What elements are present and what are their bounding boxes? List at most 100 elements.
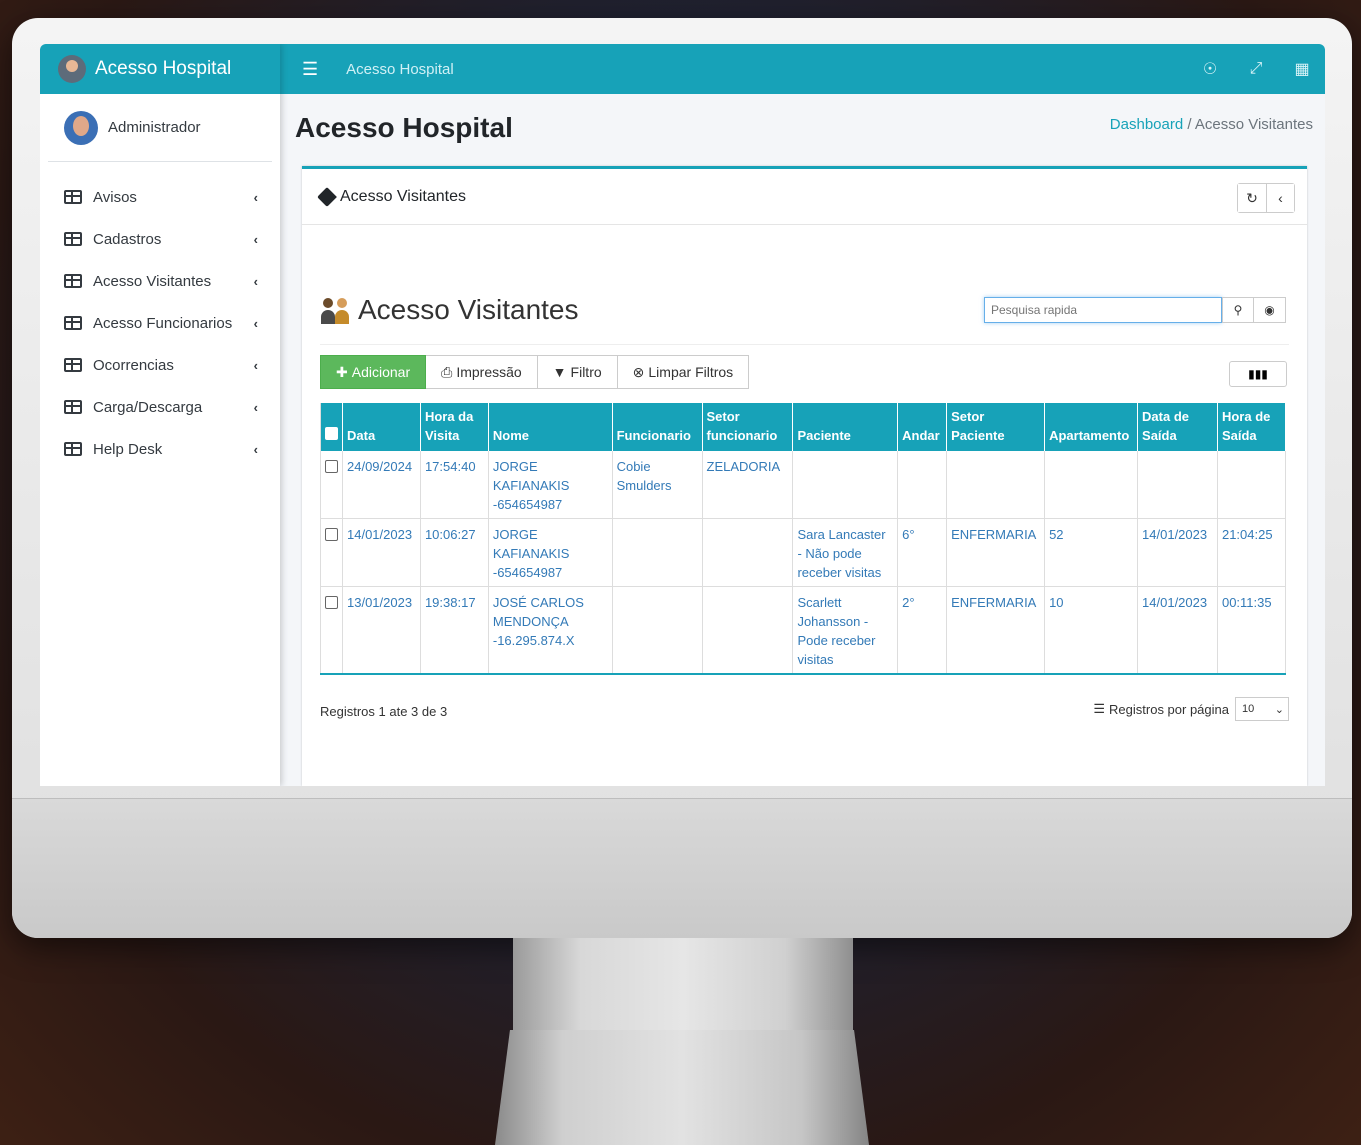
user-name: Administrador	[108, 119, 201, 136]
refresh-button[interactable]: ↻	[1238, 184, 1266, 212]
x-circle-icon: ⊗	[632, 363, 645, 380]
row-checkbox[interactable]	[325, 460, 338, 473]
cell-setor-funcionario	[702, 586, 794, 675]
table-icon	[64, 442, 82, 456]
monitor-stand-base	[495, 1030, 869, 1145]
cell-nome: JORGE KAFIANAKIS -654654987	[488, 518, 613, 587]
table-icon	[64, 316, 82, 330]
chevron-left-icon: ‹	[253, 441, 258, 457]
sidebar-item-ocorrencias[interactable]: Ocorrencias ‹	[40, 344, 280, 386]
sidebar-item-avisos[interactable]: Avisos ‹	[40, 176, 280, 218]
table-row[interactable]: 13/01/2023 19:38:17 JOSÉ CARLOS MENDONÇA…	[320, 586, 1287, 675]
cell-nome: JOSÉ CARLOS MENDONÇA -16.295.874.X	[488, 586, 613, 675]
columns-toggle-button[interactable]: ▮▮▮	[1229, 361, 1287, 387]
cell-hora-saida: 00:11:35	[1217, 586, 1287, 675]
sidebar-item-carga-descarga[interactable]: Carga/Descarga ‹	[40, 386, 280, 428]
cell-funcionario: Cobie Smulders	[612, 451, 703, 519]
divider	[320, 344, 1289, 345]
sidebar-item-label: Ocorrencias	[93, 356, 174, 374]
row-select-cell	[320, 451, 343, 519]
table-header-row: Data Hora da Visita Nome Funcionario Set…	[320, 403, 1287, 451]
sidebar-item-label: Help Desk	[93, 440, 163, 458]
print-button-label: Impressão	[456, 364, 522, 380]
breadcrumb-current: Acesso Visitantes	[1194, 116, 1313, 133]
filter-button[interactable]: ▼ Filtro	[537, 355, 618, 389]
column-header[interactable]: Apartamento	[1044, 403, 1139, 451]
sidebar-item-label: Carga/Descarga	[93, 398, 203, 416]
advanced-search-button[interactable]: ◉	[1254, 297, 1286, 323]
collapse-button[interactable]: ‹	[1266, 184, 1294, 212]
cell-apartamento: 10	[1044, 586, 1139, 675]
row-checkbox[interactable]	[325, 528, 338, 541]
columns-icon: ▮▮▮	[1248, 367, 1268, 381]
column-header[interactable]: Paciente	[792, 403, 899, 451]
plus-circle-icon: ✚	[336, 363, 348, 380]
top-navbar: ☰ Acesso Hospital ☉ ⤢ ▦	[280, 44, 1325, 94]
page-title: Acesso Hospital	[295, 112, 513, 143]
filter-button-label: Filtro	[570, 364, 602, 380]
users-icon	[320, 296, 352, 324]
column-header[interactable]: Data de Saída	[1137, 403, 1218, 451]
select-all-checkbox[interactable]	[325, 427, 338, 440]
menu-toggle-icon[interactable]: ☰	[302, 59, 318, 80]
chevron-left-icon: ‹	[253, 357, 258, 373]
per-page-value: 10	[1242, 703, 1255, 715]
sidebar-item-cadastros[interactable]: Cadastros ‹	[40, 218, 280, 260]
sidebar: Acesso Hospital Administrador Avisos ‹ C…	[40, 44, 280, 786]
cell-hora-visita: 17:54:40	[420, 451, 489, 519]
column-header[interactable]: Hora de Saída	[1217, 403, 1287, 451]
cell-funcionario	[612, 518, 703, 587]
cell-setor-funcionario: ZELADORIA	[702, 451, 794, 519]
fullscreen-icon[interactable]: ⤢	[1233, 60, 1279, 78]
column-header[interactable]: Nome	[488, 403, 613, 451]
user-icon[interactable]: ☉	[1187, 59, 1233, 79]
table-row[interactable]: 14/01/2023 10:06:27 JORGE KAFIANAKIS -65…	[320, 518, 1287, 587]
sidebar-item-acesso-visitantes[interactable]: Acesso Visitantes ‹	[40, 260, 280, 302]
records-info: Registros 1 ate 3 de 3	[320, 704, 448, 719]
row-checkbox[interactable]	[325, 596, 338, 609]
clear-filters-button[interactable]: ⊗ Limpar Filtros	[617, 355, 750, 389]
cell-andar: 6°	[897, 518, 948, 587]
per-page-select[interactable]: 10 ⌄	[1235, 697, 1289, 721]
column-header[interactable]: Setor Paciente	[946, 403, 1046, 451]
monitor-chin	[12, 798, 1352, 938]
chevron-left-icon: ‹	[253, 189, 258, 205]
filter-icon: ▼	[552, 364, 567, 380]
apps-grid-icon[interactable]: ▦	[1279, 59, 1325, 79]
list-title: Acesso Visitantes	[320, 294, 579, 326]
monitor-stand-neck	[513, 938, 853, 1038]
breadcrumb-dashboard-link[interactable]: Dashboard	[1110, 116, 1183, 133]
table-icon	[64, 190, 82, 204]
brand-text: Acesso Hospital	[95, 58, 232, 79]
table-row[interactable]: 24/09/2024 17:54:40 JORGE KAFIANAKIS -65…	[320, 451, 1287, 519]
chevron-left-icon: ‹	[253, 399, 258, 415]
table-icon	[64, 232, 82, 246]
column-header[interactable]: Andar	[897, 403, 948, 451]
column-header[interactable]: Setor funcionario	[702, 403, 794, 451]
cell-data-saida: 14/01/2023	[1137, 518, 1218, 587]
cell-apartamento: 52	[1044, 518, 1139, 587]
user-panel[interactable]: Administrador	[48, 94, 272, 162]
sidebar-item-help-desk[interactable]: Help Desk ‹	[40, 428, 280, 470]
cell-data-saida: 14/01/2023	[1137, 586, 1218, 675]
add-button[interactable]: ✚ Adicionar	[320, 355, 427, 389]
app-screen: Acesso Hospital Administrador Avisos ‹ C…	[40, 44, 1325, 786]
search-input[interactable]	[984, 297, 1222, 323]
brand-link[interactable]: Acesso Hospital	[40, 44, 280, 94]
column-header[interactable]: Data	[342, 403, 421, 451]
sidebar-item-label: Acesso Visitantes	[93, 272, 212, 290]
cell-nome: JORGE KAFIANAKIS -654654987	[488, 451, 613, 519]
search-button[interactable]: ⚲	[1222, 297, 1254, 323]
brand-logo-icon	[58, 55, 86, 83]
cell-setor-paciente: ENFERMARIA	[946, 586, 1046, 675]
column-header[interactable]: Hora da Visita	[420, 403, 489, 451]
cell-setor-funcionario	[702, 518, 794, 587]
print-button[interactable]: ⎙ Impressão	[426, 355, 538, 389]
sidebar-item-acesso-funcionarios[interactable]: Acesso Funcionarios ‹	[40, 302, 280, 344]
column-header[interactable]: Funcionario	[612, 403, 703, 451]
topbar-title[interactable]: Acesso Hospital	[346, 61, 1187, 78]
cell-setor-paciente	[946, 451, 1046, 519]
cell-hora-visita: 10:06:27	[420, 518, 489, 587]
cell-data: 24/09/2024	[342, 451, 421, 519]
cell-apartamento	[1044, 451, 1139, 519]
